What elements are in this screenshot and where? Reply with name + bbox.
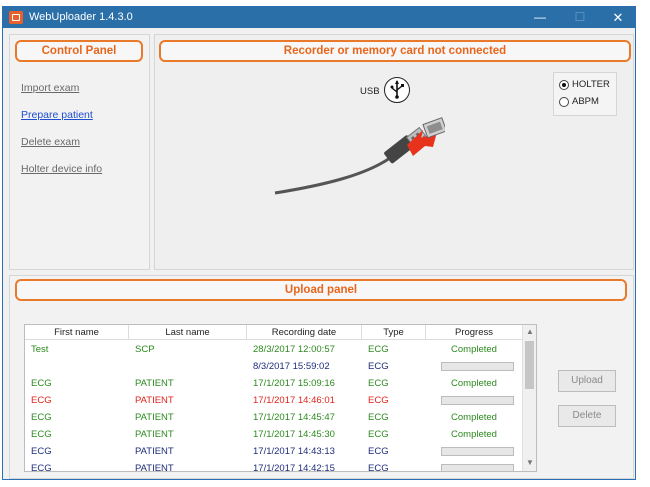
type-cell: ECG bbox=[368, 395, 389, 406]
prepare-patient-link[interactable]: Prepare patient bbox=[21, 109, 93, 121]
column-type[interactable]: Type bbox=[362, 325, 426, 340]
recording-date-cell: 17/1/2017 14:42:15 bbox=[253, 463, 335, 472]
progress-cell: Completed bbox=[451, 378, 497, 389]
last-name-cell: PATIENT bbox=[135, 395, 174, 406]
table-row[interactable]: ECG PATIENT 17/1/2017 14:45:47 ECG Completed bbox=[25, 409, 522, 426]
progress-bar bbox=[441, 396, 514, 405]
upload-panel-title: Upload panel bbox=[15, 279, 627, 301]
usb-cable-illustration bbox=[274, 117, 445, 195]
recording-date-cell: 17/1/2017 14:45:30 bbox=[253, 429, 335, 440]
abpm-radio[interactable] bbox=[559, 97, 569, 107]
holter-label: HOLTER bbox=[572, 79, 610, 90]
progress-bar bbox=[441, 447, 514, 456]
minimize-button[interactable]: — bbox=[523, 7, 557, 28]
exam-table[interactable]: First name Last name Recording date Type… bbox=[24, 324, 537, 472]
progress-cell: Completed bbox=[451, 429, 497, 440]
progress-cell bbox=[429, 392, 519, 409]
progress-cell bbox=[429, 443, 519, 460]
app-logo-icon bbox=[9, 11, 23, 24]
first-name-cell: ECG bbox=[31, 395, 52, 406]
title-bar[interactable]: WebUploader 1.4.3.0 — ☐ ✕ bbox=[3, 7, 635, 28]
scroll-down-icon[interactable]: ▼ bbox=[525, 458, 535, 468]
delete-button[interactable]: Delete bbox=[558, 405, 616, 427]
column-last-name[interactable]: Last name bbox=[129, 325, 247, 340]
abpm-label: ABPM bbox=[572, 96, 599, 107]
scroll-thumb[interactable] bbox=[525, 341, 534, 389]
last-name-cell: PATIENT bbox=[135, 446, 174, 457]
first-name-cell: ECG bbox=[31, 412, 52, 423]
table-row[interactable]: 8/3/2017 15:59:02 ECG bbox=[25, 358, 522, 375]
type-cell: ECG bbox=[368, 463, 389, 472]
first-name-cell: ECG bbox=[31, 463, 52, 472]
recording-date-cell: 8/3/2017 15:59:02 bbox=[253, 361, 330, 372]
first-name-cell: Test bbox=[31, 344, 49, 355]
last-name-cell: PATIENT bbox=[135, 412, 174, 423]
device-type-selector: HOLTER ABPM bbox=[553, 72, 617, 116]
column-progress[interactable]: Progress bbox=[426, 325, 522, 340]
close-button[interactable]: ✕ bbox=[601, 7, 635, 28]
table-row[interactable]: ECG PATIENT 17/1/2017 14:46:01 ECG bbox=[25, 392, 522, 409]
last-name-cell: PATIENT bbox=[135, 429, 174, 440]
column-recording-date[interactable]: Recording date bbox=[247, 325, 362, 340]
recorder-status-title: Recorder or memory card not connected bbox=[159, 40, 631, 62]
control-panel: Control Panel Import exam Prepare patien… bbox=[9, 34, 150, 270]
last-name-cell: SCP bbox=[135, 344, 155, 355]
delete-exam-link[interactable]: Delete exam bbox=[21, 136, 80, 148]
recording-date-cell: 17/1/2017 14:43:13 bbox=[253, 446, 335, 457]
table-scrollbar[interactable]: ▲ ▼ bbox=[522, 325, 536, 471]
table-header: First name Last name Recording date Type… bbox=[25, 325, 522, 340]
upload-panel: Upload panel First name Last name Record… bbox=[9, 275, 634, 479]
last-name-cell: PATIENT bbox=[135, 378, 174, 389]
first-name-cell: ECG bbox=[31, 378, 52, 389]
maximize-button[interactable]: ☐ bbox=[563, 7, 597, 28]
window-title: WebUploader 1.4.3.0 bbox=[29, 11, 133, 23]
recording-date-cell: 28/3/2017 12:00:57 bbox=[253, 344, 335, 355]
last-name-cell: PATIENT bbox=[135, 463, 174, 472]
upload-button[interactable]: Upload bbox=[558, 370, 616, 392]
column-first-name[interactable]: First name bbox=[25, 325, 129, 340]
progress-cell: Completed bbox=[451, 344, 497, 355]
import-exam-link[interactable]: Import exam bbox=[21, 82, 79, 94]
recorder-panel: Recorder or memory card not connected US… bbox=[154, 34, 634, 270]
recording-date-cell: 17/1/2017 14:45:47 bbox=[253, 412, 335, 423]
table-row[interactable]: Test SCP 28/3/2017 12:00:57 ECG Completed bbox=[25, 341, 522, 358]
scroll-up-icon[interactable]: ▲ bbox=[525, 327, 535, 337]
type-cell: ECG bbox=[368, 446, 389, 457]
progress-bar bbox=[441, 362, 514, 371]
table-row[interactable]: ECG PATIENT 17/1/2017 14:45:30 ECG Completed bbox=[25, 426, 522, 443]
progress-cell: Completed bbox=[451, 412, 497, 423]
table-row[interactable]: ECG PATIENT 17/1/2017 14:43:13 ECG bbox=[25, 443, 522, 460]
table-row[interactable]: ECG PATIENT 17/1/2017 14:42:15 ECG bbox=[25, 460, 522, 472]
app-window: WebUploader 1.4.3.0 — ☐ ✕ Control Panel … bbox=[2, 6, 636, 480]
progress-bar bbox=[441, 464, 514, 471]
holter-device-info-link[interactable]: Holter device info bbox=[21, 163, 102, 175]
recording-date-cell: 17/1/2017 14:46:01 bbox=[253, 395, 335, 406]
first-name-cell: ECG bbox=[31, 446, 52, 457]
type-cell: ECG bbox=[368, 429, 389, 440]
holter-radio[interactable] bbox=[559, 80, 569, 90]
control-panel-title: Control Panel bbox=[15, 40, 143, 62]
type-cell: ECG bbox=[368, 361, 389, 372]
progress-cell bbox=[429, 358, 519, 375]
progress-cell bbox=[429, 460, 519, 471]
type-cell: ECG bbox=[368, 344, 389, 355]
type-cell: ECG bbox=[368, 412, 389, 423]
first-name-cell: ECG bbox=[31, 429, 52, 440]
recording-date-cell: 17/1/2017 15:09:16 bbox=[253, 378, 335, 389]
type-cell: ECG bbox=[368, 378, 389, 389]
table-row[interactable]: ECG PATIENT 17/1/2017 15:09:16 ECG Completed bbox=[25, 375, 522, 392]
